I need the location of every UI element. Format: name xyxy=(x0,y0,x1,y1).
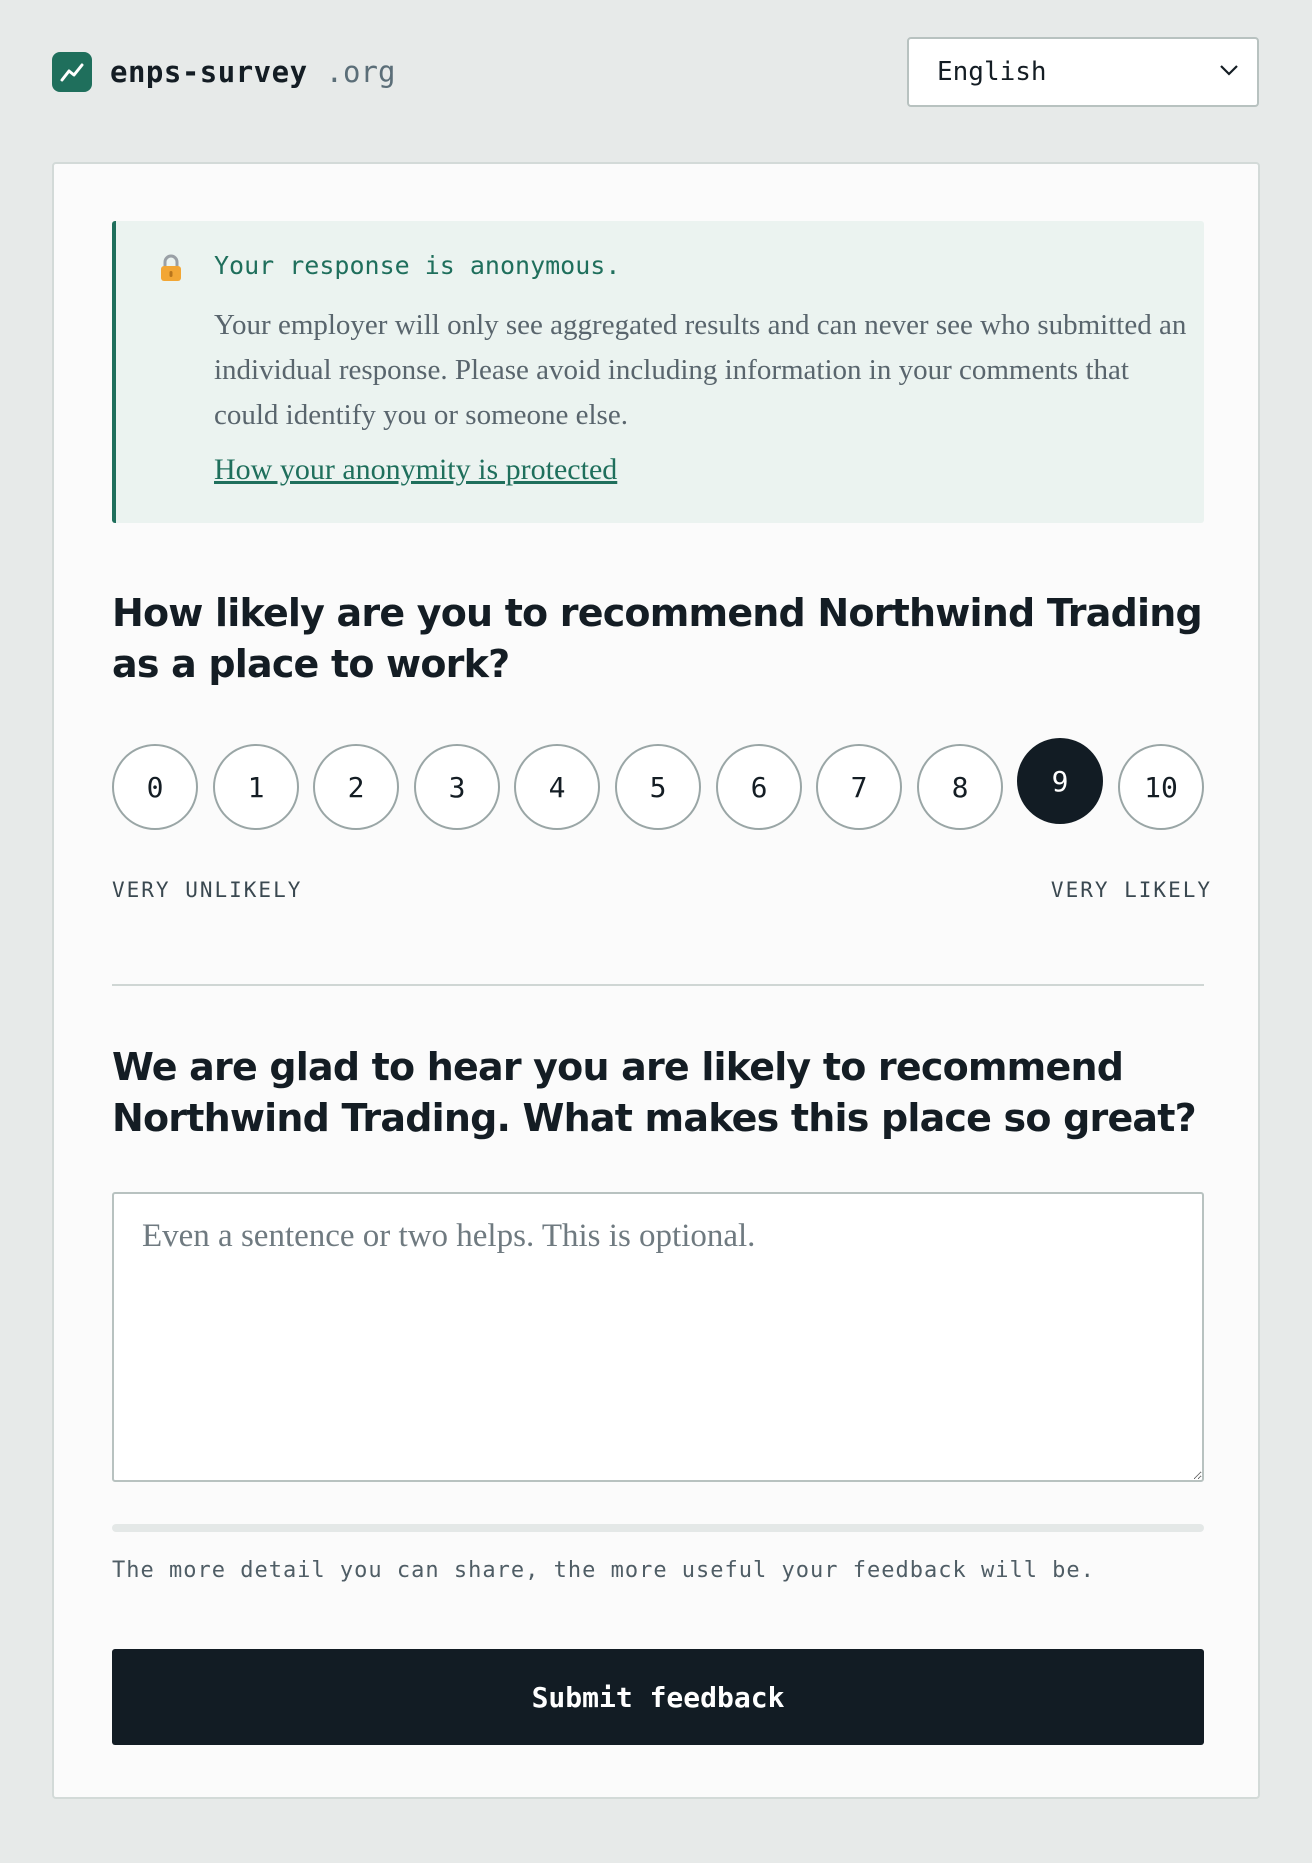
scale-low-label: VERY UNLIKELY xyxy=(112,878,303,902)
nps-question: How likely are you to recommend Northwin… xyxy=(112,591,1203,686)
score-option-7[interactable]: 7 xyxy=(816,744,902,830)
trend-chart-icon xyxy=(52,52,92,92)
detail-progress-bar xyxy=(112,1524,1204,1532)
language-value: English xyxy=(937,57,1047,87)
anonymity-info-link[interactable]: How your anonymity is protected xyxy=(214,453,617,487)
score-option-8[interactable]: 8 xyxy=(917,744,1003,830)
comment-textarea[interactable] xyxy=(112,1192,1204,1482)
score-scale: 0 1 2 3 4 5 6 7 8 9 10 xyxy=(112,738,1204,838)
score-option-3[interactable]: 3 xyxy=(414,744,500,830)
survey-card: Your response is anonymous. Your employe… xyxy=(52,162,1260,1799)
score-option-5[interactable]: 5 xyxy=(615,744,701,830)
anonymity-notice: Your response is anonymous. Your employe… xyxy=(112,221,1204,523)
score-option-2[interactable]: 2 xyxy=(313,744,399,830)
brand-tld: .org xyxy=(325,55,396,89)
score-option-10[interactable]: 10 xyxy=(1118,744,1204,830)
scale-high-label: VERY LIKELY xyxy=(1050,878,1212,902)
notice-title: Your response is anonymous. xyxy=(214,251,621,280)
score-option-6[interactable]: 6 xyxy=(716,744,802,830)
notice-body: Your employer will only see aggregated r… xyxy=(214,309,1187,431)
detail-hint: The more detail you can share, the more … xyxy=(112,1558,1095,1583)
brand-name: enps-survey xyxy=(110,55,308,89)
chevron-down-icon xyxy=(1219,63,1239,81)
score-option-4[interactable]: 4 xyxy=(514,744,600,830)
section-divider xyxy=(112,984,1204,986)
submit-button[interactable]: Submit feedback xyxy=(112,1649,1204,1745)
top-bar: enps-survey .org English xyxy=(0,0,1312,150)
score-option-0[interactable]: 0 xyxy=(112,744,198,830)
brand[interactable]: enps-survey .org xyxy=(52,52,395,92)
language-select[interactable]: English xyxy=(907,37,1259,107)
followup-question: We are glad to hear you are likely to re… xyxy=(112,1045,1197,1140)
score-option-1[interactable]: 1 xyxy=(213,744,299,830)
score-option-9[interactable]: 9 xyxy=(1017,738,1103,824)
lock-icon xyxy=(156,253,186,288)
